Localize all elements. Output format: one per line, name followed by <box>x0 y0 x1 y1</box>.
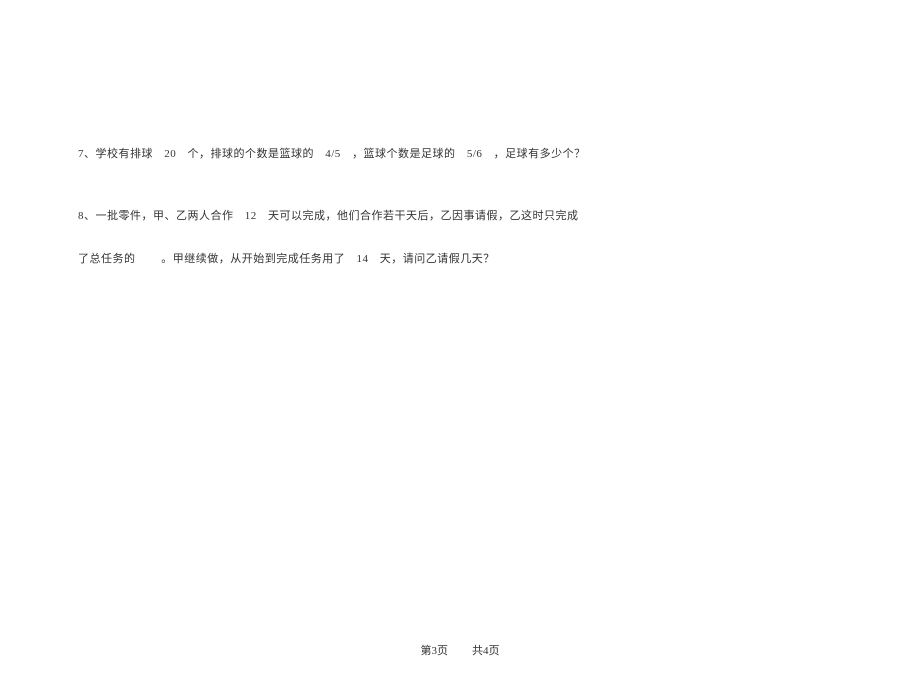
question-7: 7、学校有排球 20 个，排球的个数是篮球的 4/5 ，篮球个数是足球的 5/6… <box>78 146 842 164</box>
q8-l2-blank <box>139 251 158 269</box>
question-8-line-2: 了总任务的 。甲继续做，从开始到完成任务用了 14 天，请问乙请假几天？ <box>78 251 842 269</box>
q8-l1-number: 12 <box>237 208 265 226</box>
footer-total-unit: 页 <box>489 645 500 657</box>
footer-total-label: 共 <box>472 645 483 657</box>
q8-l2-prefix: 了总任务的 <box>78 253 136 265</box>
q7-number-1: 20 <box>156 146 184 164</box>
q7-text-mid1: 个，排球的个数是篮球的 <box>188 148 315 160</box>
footer-current-unit: 页 <box>437 645 448 657</box>
footer-current-label: 第 <box>421 645 432 657</box>
q7-text-suffix: ，足球有多少个？ <box>494 148 586 160</box>
q8-l1-prefix: 8、一批零件，甲、乙两人合作 <box>78 210 234 222</box>
q8-l2-mid: 。甲继续做，从开始到完成任务用了 <box>161 253 345 265</box>
question-8-line-1: 8、一批零件，甲、乙两人合作 12 天可以完成，他们合作若干天后，乙因事请假，乙… <box>78 208 842 226</box>
document-content: 7、学校有排球 20 个，排球的个数是篮球的 4/5 ，篮球个数是足球的 5/6… <box>0 0 920 269</box>
q7-text-prefix: 7、学校有排球 <box>78 148 153 160</box>
q8-l2-suffix: 天，请问乙请假几天？ <box>380 253 495 265</box>
q7-text-mid2: ，篮球个数是足球的 <box>352 148 456 160</box>
q7-fraction-1: 4/5 <box>317 146 349 164</box>
page-footer: 第3页共4页 <box>0 642 920 658</box>
q7-fraction-2: 5/6 <box>459 146 491 164</box>
q8-l1-suffix: 天可以完成，他们合作若干天后，乙因事请假，乙这时只完成 <box>268 210 579 222</box>
q8-l2-number: 14 <box>349 251 377 269</box>
